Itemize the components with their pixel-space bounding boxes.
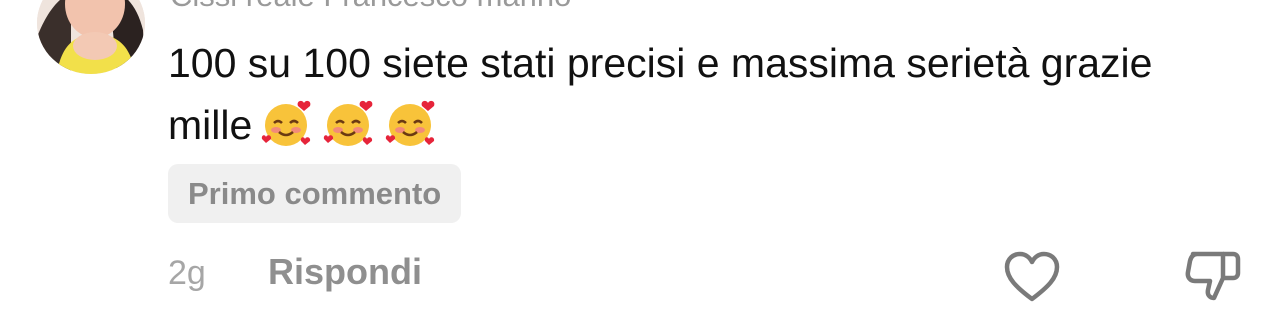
first-comment-badge: Primo commento	[168, 164, 462, 223]
author-name[interactable]: Cissi reale Francesco marino	[170, 0, 571, 14]
smiling-face-with-hearts-icon	[384, 97, 438, 151]
thumbs-down-icon	[1185, 251, 1241, 301]
dislike-button[interactable]	[1183, 248, 1243, 302]
avatar-photo	[37, 0, 145, 74]
heart-icon	[1004, 251, 1060, 302]
comment-timestamp: 2g	[168, 254, 206, 292]
comment-text-block: 100 su 100 siete stati precisi e massima…	[168, 32, 1208, 156]
comment-item: Cissi reale Francesco marino 100 su 100 …	[0, 0, 1284, 328]
comment-text: 100 su 100 siete stati precisi e massima…	[168, 40, 1153, 148]
avatar[interactable]	[37, 0, 145, 74]
smiling-face-with-hearts-icon	[260, 97, 314, 151]
reply-button[interactable]: Rispondi	[268, 251, 422, 293]
smiling-face-with-hearts-icon	[322, 97, 376, 151]
like-button[interactable]	[1002, 250, 1062, 304]
